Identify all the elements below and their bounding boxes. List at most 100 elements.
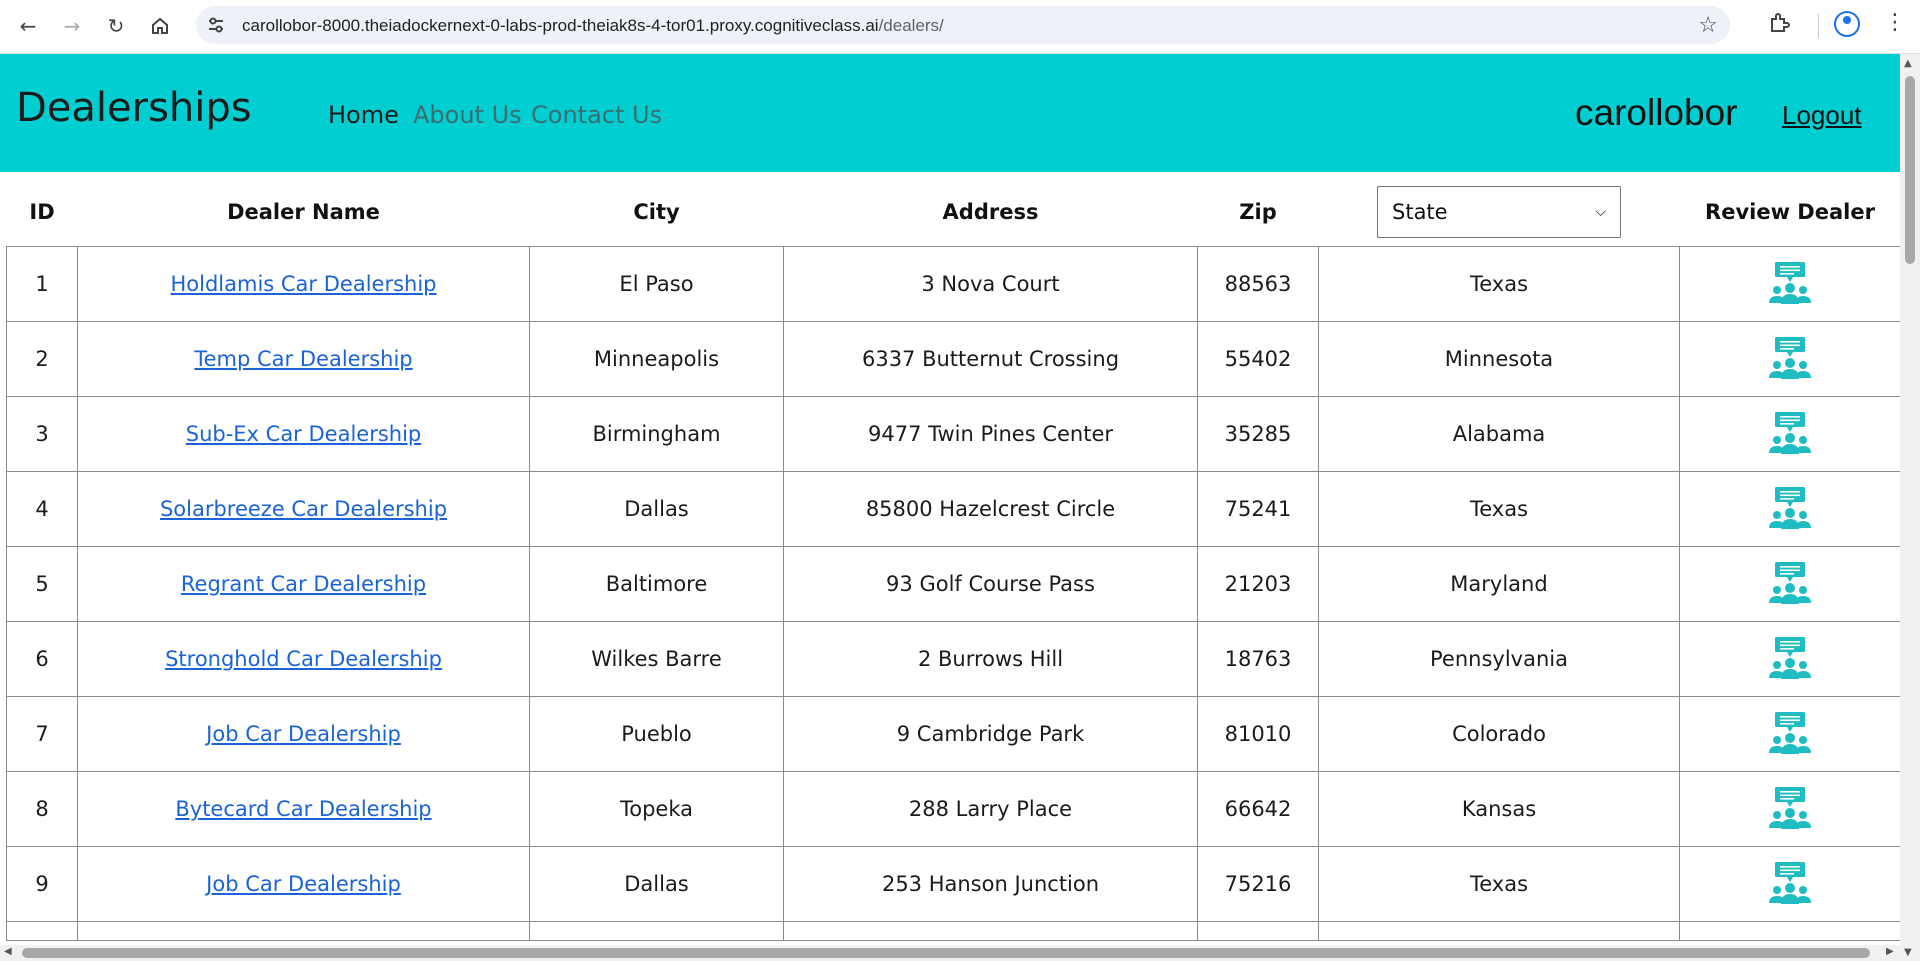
vertical-scrollbar[interactable]: ▲ ▼	[1900, 54, 1920, 961]
cell-city: Dallas	[529, 471, 784, 547]
table-row: 3 Sub-Ex Car Dealership Birmingham 9477 Twi…	[6, 396, 1900, 472]
table-row: 5 Regrant Car Dealership Baltimore 93 Golf …	[6, 546, 1900, 622]
cell-review	[1679, 396, 1900, 472]
dealer-link[interactable]: Stronghold Car Dealership	[165, 647, 442, 671]
review-people-icon[interactable]	[1769, 636, 1812, 682]
cell-dealer-name: Regrant Car Dealership	[77, 546, 530, 622]
cell-zip: 21203	[1197, 546, 1319, 622]
cell-zip: 88563	[1197, 246, 1319, 322]
cell-address: 85800 Hazelcrest Circle	[783, 471, 1198, 547]
cell-zip: 35285	[1197, 396, 1319, 472]
cell-dealer-name: Sub-Ex Car Dealership	[77, 396, 530, 472]
cell-city: Birmingham	[529, 396, 784, 472]
cell-review	[1679, 246, 1900, 322]
horizontal-scroll-thumb[interactable]	[22, 948, 1870, 958]
cell-state: Texas	[1318, 471, 1680, 547]
cell-id: 7	[6, 696, 78, 772]
col-header-dealer-name: Dealer Name	[77, 178, 530, 247]
cell-state: Alabama	[1318, 396, 1680, 472]
dealer-link[interactable]: Temp Car Dealership	[194, 347, 412, 371]
cell-empty	[529, 921, 784, 941]
dealer-link[interactable]: Job Car Dealership	[206, 722, 401, 746]
vertical-scroll-thumb[interactable]	[1905, 76, 1915, 264]
dealers-table: ID Dealer Name City Address Zip State ⌵ …	[6, 178, 1900, 941]
review-people-icon[interactable]	[1769, 561, 1812, 607]
table-row: 8 Bytecard Car Dealership Topeka 288 Larry …	[6, 771, 1900, 847]
menu-kebab-icon[interactable]: ⋮	[1884, 10, 1906, 35]
state-filter-select[interactable]: State ⌵	[1377, 186, 1621, 238]
dealer-link[interactable]: Regrant Car Dealership	[181, 572, 426, 596]
table-row: 6 Stronghold Car Dealership Wilkes Barre 2 …	[6, 621, 1900, 697]
col-header-city: City	[529, 178, 784, 247]
col-header-review: Review Dealer	[1679, 178, 1900, 247]
cell-city: Minneapolis	[529, 321, 784, 397]
cell-empty	[1318, 921, 1680, 941]
review-people-icon[interactable]	[1769, 861, 1812, 907]
cell-city: Dallas	[529, 846, 784, 922]
nav-home-link[interactable]: Home	[328, 101, 399, 129]
review-people-icon[interactable]	[1769, 786, 1812, 832]
forward-icon[interactable]: →	[58, 12, 86, 40]
brand-title[interactable]: Dealerships	[16, 85, 252, 131]
address-bar[interactable]: carollobor-8000.theiadockernext-0-labs-p…	[196, 6, 1730, 44]
dealer-link[interactable]: Sub-Ex Car Dealership	[186, 422, 422, 446]
dealer-link[interactable]: Solarbreeze Car Dealership	[160, 497, 447, 521]
cell-city: Pueblo	[529, 696, 784, 772]
cell-review	[1679, 321, 1900, 397]
cell-zip: 55402	[1197, 321, 1319, 397]
cell-city: Baltimore	[529, 546, 784, 622]
url-text: carollobor-8000.theiadockernext-0-labs-p…	[242, 16, 944, 36]
review-people-icon[interactable]	[1769, 411, 1812, 457]
cell-dealer-name: Temp Car Dealership	[77, 321, 530, 397]
cell-id: 8	[6, 771, 78, 847]
nav-about-link[interactable]: About Us	[413, 101, 522, 129]
cell-address: 6337 Butternut Crossing	[783, 321, 1198, 397]
scroll-up-icon[interactable]: ▲	[1904, 58, 1912, 69]
cell-id: 5	[6, 546, 78, 622]
username-label: carollobor	[1575, 92, 1738, 133]
cell-zip: 81010	[1197, 696, 1319, 772]
cell-city: El Paso	[529, 246, 784, 322]
cell-dealer-name: Bytecard Car Dealership	[77, 771, 530, 847]
table-row: 4 Solarbreeze Car Dealership Dallas 85800 H…	[6, 471, 1900, 547]
table-row: 2 Temp Car Dealership Minneapolis 6337 Butt…	[6, 321, 1900, 397]
cell-address: 9477 Twin Pines Center	[783, 396, 1198, 472]
site-info-icon[interactable]	[206, 15, 226, 35]
scroll-right-icon[interactable]: ▶	[1886, 946, 1894, 957]
col-header-id: ID	[6, 178, 78, 247]
bookmark-star-icon[interactable]: ☆	[1698, 13, 1718, 38]
cell-state: Texas	[1318, 246, 1680, 322]
dealer-link[interactable]: Holdlamis Car Dealership	[170, 272, 436, 296]
cell-empty	[6, 921, 78, 941]
review-people-icon[interactable]	[1769, 486, 1812, 532]
dealer-link[interactable]: Job Car Dealership	[206, 872, 401, 896]
profile-icon[interactable]	[1834, 11, 1860, 37]
scroll-down-icon[interactable]: ▼	[1904, 947, 1912, 958]
cell-review	[1679, 546, 1900, 622]
dealer-link[interactable]: Bytecard Car Dealership	[175, 797, 431, 821]
cell-review	[1679, 696, 1900, 772]
review-people-icon[interactable]	[1769, 336, 1812, 382]
reload-icon[interactable]: ↻	[102, 12, 130, 40]
col-header-address: Address	[783, 178, 1198, 247]
extensions-icon[interactable]	[1768, 12, 1790, 39]
cell-dealer-name: Holdlamis Car Dealership	[77, 246, 530, 322]
table-row: 7 Job Car Dealership Pueblo 9 Cambridge Par…	[6, 696, 1900, 772]
horizontal-scrollbar[interactable]: ◀ ▶	[0, 945, 1900, 961]
cell-state: Texas	[1318, 846, 1680, 922]
cell-dealer-name: Job Car Dealership	[77, 696, 530, 772]
nav-contact-link[interactable]: Contact Us	[531, 101, 662, 129]
home-icon[interactable]	[146, 12, 174, 40]
cell-dealer-name: Solarbreeze Car Dealership	[77, 471, 530, 547]
cell-empty	[783, 921, 1198, 941]
scroll-left-icon[interactable]: ◀	[4, 946, 12, 957]
table-row: 1 Holdlamis Car Dealership El Paso 3 Nova C…	[6, 246, 1900, 322]
review-people-icon[interactable]	[1769, 261, 1812, 307]
back-icon[interactable]: ←	[14, 12, 42, 40]
state-filter-value: State	[1392, 200, 1448, 224]
cell-address: 288 Larry Place	[783, 771, 1198, 847]
review-people-icon[interactable]	[1769, 711, 1812, 757]
logout-link[interactable]: Logout	[1782, 100, 1862, 131]
cell-dealer-name: Job Car Dealership	[77, 846, 530, 922]
cell-dealer-name: Stronghold Car Dealership	[77, 621, 530, 697]
